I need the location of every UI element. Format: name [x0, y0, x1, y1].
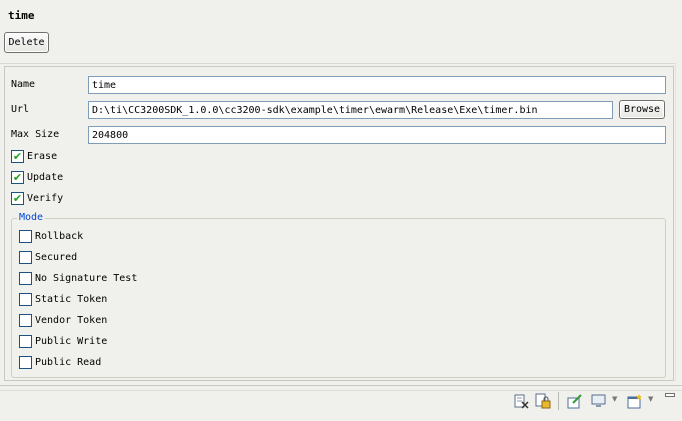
public-read-checkbox[interactable]	[19, 356, 32, 369]
edit-icon[interactable]	[567, 393, 583, 409]
name-field[interactable]: time	[88, 76, 666, 94]
max-size-field[interactable]: 204800	[88, 126, 666, 144]
editor-header: time Delete	[0, 0, 682, 62]
static-token-label: Static Token	[35, 294, 108, 305]
new-window-icon[interactable]	[627, 393, 643, 409]
mode-group	[11, 218, 666, 378]
vendor-token-checkbox[interactable]	[19, 314, 32, 327]
remove-icon[interactable]	[513, 393, 529, 409]
no-signature-test-checkbox[interactable]	[19, 272, 32, 285]
erase-checkbox[interactable]	[11, 150, 24, 163]
secured-checkbox[interactable]	[19, 251, 32, 264]
rollback-label: Rollback	[35, 231, 84, 242]
toolbar-separator	[558, 392, 559, 410]
public-read-label: Public Read	[35, 357, 102, 368]
secured-label: Secured	[35, 252, 78, 263]
browse-button[interactable]: Browse	[619, 100, 665, 119]
name-label: Name	[11, 79, 36, 90]
public-write-checkbox[interactable]	[19, 335, 32, 348]
monitor-icon[interactable]	[591, 393, 607, 409]
vendor-token-label: Vendor Token	[35, 315, 108, 326]
public-write-label: Public Write	[35, 336, 108, 347]
rollback-checkbox[interactable]	[19, 230, 32, 243]
verify-label: Verify	[27, 193, 64, 204]
monitor-dropdown-arrow-icon[interactable]: ▼	[612, 395, 617, 403]
verify-checkbox[interactable]	[11, 192, 24, 205]
static-token-checkbox[interactable]	[19, 293, 32, 306]
max-size-label: Max Size	[11, 129, 60, 140]
url-field[interactable]: D:\ti\CC3200SDK_1.0.0\cc3200-sdk\example…	[88, 101, 613, 119]
mode-legend: Mode	[17, 212, 46, 223]
delete-button[interactable]: Delete	[4, 32, 49, 53]
url-label: Url	[11, 104, 30, 115]
no-signature-test-label: No Signature Test	[35, 273, 138, 284]
toolbar-divider	[0, 390, 682, 391]
vertical-scrollbar[interactable]	[675, 63, 682, 381]
lock-icon[interactable]	[535, 393, 551, 409]
update-label: Update	[27, 172, 64, 183]
erase-label: Erase	[27, 151, 58, 162]
new-window-dropdown-arrow-icon[interactable]: ▼	[648, 395, 653, 403]
minimize-icon[interactable]	[665, 393, 675, 397]
page-title: time	[8, 9, 35, 22]
update-checkbox[interactable]	[11, 171, 24, 184]
